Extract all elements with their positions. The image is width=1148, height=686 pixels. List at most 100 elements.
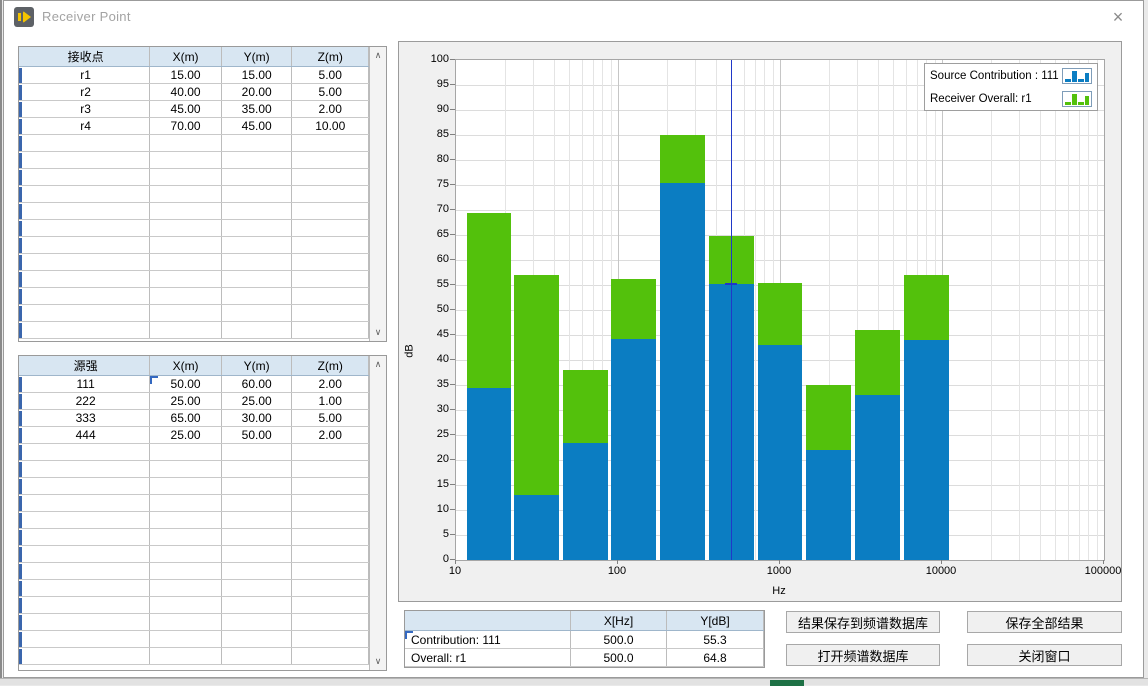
table-cell[interactable] bbox=[22, 169, 150, 185]
table-cell[interactable]: 1.00 bbox=[292, 393, 369, 409]
table-cell[interactable] bbox=[222, 631, 293, 647]
table-cell[interactable]: 500.0 bbox=[571, 631, 667, 648]
table-cell[interactable]: 40.00 bbox=[150, 84, 222, 100]
table-cell[interactable]: 5.00 bbox=[292, 67, 369, 83]
table-cell[interactable] bbox=[292, 152, 369, 168]
table-cell[interactable] bbox=[22, 288, 150, 304]
table-cell[interactable] bbox=[150, 529, 222, 545]
table-cell[interactable]: 10.00 bbox=[292, 118, 369, 134]
table-cell[interactable] bbox=[292, 186, 369, 202]
table-cell[interactable]: 55.3 bbox=[667, 631, 764, 648]
save-all-results-button[interactable]: 保存全部结果 bbox=[967, 611, 1122, 633]
close-icon[interactable]: × bbox=[1103, 5, 1133, 29]
table-cell[interactable] bbox=[22, 614, 150, 630]
table-cell[interactable] bbox=[150, 271, 222, 287]
table-cell[interactable] bbox=[150, 512, 222, 528]
table-cell[interactable]: 25.00 bbox=[150, 393, 222, 409]
table-cell[interactable] bbox=[222, 614, 293, 630]
table-cell[interactable] bbox=[22, 237, 150, 253]
table-cell[interactable] bbox=[222, 478, 293, 494]
table-cell[interactable] bbox=[222, 254, 293, 270]
table-cell[interactable]: 15.00 bbox=[222, 67, 293, 83]
table-cell[interactable]: r1 bbox=[22, 67, 150, 83]
table-cell[interactable] bbox=[222, 271, 293, 287]
table-cell[interactable] bbox=[22, 322, 150, 338]
table-cell[interactable] bbox=[22, 546, 150, 562]
table-cell[interactable] bbox=[222, 529, 293, 545]
table-cell[interactable] bbox=[150, 444, 222, 460]
table-cell[interactable] bbox=[292, 254, 369, 270]
table-cell[interactable] bbox=[292, 271, 369, 287]
table-cell[interactable] bbox=[222, 563, 293, 579]
table-cell[interactable] bbox=[292, 495, 369, 511]
receiver-table-scrollbar[interactable]: ∧ ∨ bbox=[369, 47, 386, 341]
table-cell[interactable] bbox=[292, 305, 369, 321]
table-cell[interactable] bbox=[222, 305, 293, 321]
table-cell[interactable]: 50.00 bbox=[222, 427, 293, 443]
table-cell[interactable] bbox=[222, 648, 293, 664]
table-cell[interactable] bbox=[22, 563, 150, 579]
table-cell[interactable] bbox=[150, 648, 222, 664]
table-cell[interactable] bbox=[222, 220, 293, 236]
chart-plot-area[interactable] bbox=[455, 59, 1105, 561]
table-cell[interactable] bbox=[222, 461, 293, 477]
table-cell[interactable]: 70.00 bbox=[150, 118, 222, 134]
table-cell[interactable]: 500.0 bbox=[571, 649, 667, 666]
table-cell[interactable] bbox=[22, 631, 150, 647]
table-cell[interactable] bbox=[150, 254, 222, 270]
scroll-up-icon[interactable]: ∧ bbox=[370, 356, 386, 373]
open-spectrum-db-button[interactable]: 打开频谱数据库 bbox=[786, 644, 940, 666]
table-cell[interactable] bbox=[222, 322, 293, 338]
table-cell[interactable] bbox=[22, 220, 150, 236]
table-cell[interactable]: 45.00 bbox=[150, 101, 222, 117]
table-cell[interactable] bbox=[222, 186, 293, 202]
table-cell[interactable] bbox=[150, 546, 222, 562]
table-cell[interactable] bbox=[222, 203, 293, 219]
table-cell[interactable] bbox=[222, 580, 293, 596]
table-cell[interactable] bbox=[292, 220, 369, 236]
table-cell[interactable] bbox=[292, 237, 369, 253]
table-cell[interactable] bbox=[292, 546, 369, 562]
table-cell[interactable] bbox=[150, 563, 222, 579]
table-cell[interactable]: 5.00 bbox=[292, 84, 369, 100]
scroll-down-icon[interactable]: ∨ bbox=[370, 653, 386, 670]
source-table-scrollbar[interactable]: ∧ ∨ bbox=[369, 356, 386, 670]
table-cell[interactable]: 222 bbox=[22, 393, 150, 409]
table-cell[interactable] bbox=[150, 135, 222, 151]
table-cell[interactable] bbox=[222, 546, 293, 562]
table-cell[interactable]: 45.00 bbox=[222, 118, 293, 134]
table-cell[interactable] bbox=[292, 648, 369, 664]
close-window-button[interactable]: 关闭窗口 bbox=[967, 644, 1122, 666]
table-cell[interactable]: 30.00 bbox=[222, 410, 293, 426]
table-cell[interactable] bbox=[222, 169, 293, 185]
table-cell[interactable]: Overall: r1 bbox=[405, 649, 571, 666]
table-cell[interactable] bbox=[22, 512, 150, 528]
table-cell[interactable]: 25.00 bbox=[150, 427, 222, 443]
table-cell[interactable] bbox=[292, 580, 369, 596]
table-cell[interactable] bbox=[150, 597, 222, 613]
table-cell[interactable] bbox=[22, 580, 150, 596]
table-cell[interactable]: Contribution: 111 bbox=[405, 631, 571, 648]
table-cell[interactable] bbox=[150, 305, 222, 321]
table-cell[interactable] bbox=[22, 461, 150, 477]
table-cell[interactable] bbox=[292, 169, 369, 185]
table-cell[interactable]: 64.8 bbox=[667, 649, 764, 666]
table-cell[interactable] bbox=[292, 597, 369, 613]
table-cell[interactable]: 20.00 bbox=[222, 84, 293, 100]
table-cell[interactable] bbox=[150, 152, 222, 168]
table-cell[interactable] bbox=[22, 305, 150, 321]
table-cell[interactable] bbox=[292, 614, 369, 630]
table-cell[interactable] bbox=[22, 597, 150, 613]
table-cell[interactable]: 111 bbox=[22, 376, 150, 392]
table-cell[interactable]: 60.00 bbox=[222, 376, 293, 392]
table-cell[interactable]: 2.00 bbox=[292, 101, 369, 117]
table-cell[interactable] bbox=[150, 614, 222, 630]
table-cell[interactable] bbox=[22, 186, 150, 202]
table-cell[interactable] bbox=[222, 288, 293, 304]
table-cell[interactable] bbox=[150, 495, 222, 511]
table-cell[interactable]: 2.00 bbox=[292, 427, 369, 443]
table-cell[interactable] bbox=[22, 152, 150, 168]
table-cell[interactable] bbox=[292, 563, 369, 579]
table-cell[interactable] bbox=[292, 529, 369, 545]
table-cell[interactable] bbox=[150, 288, 222, 304]
